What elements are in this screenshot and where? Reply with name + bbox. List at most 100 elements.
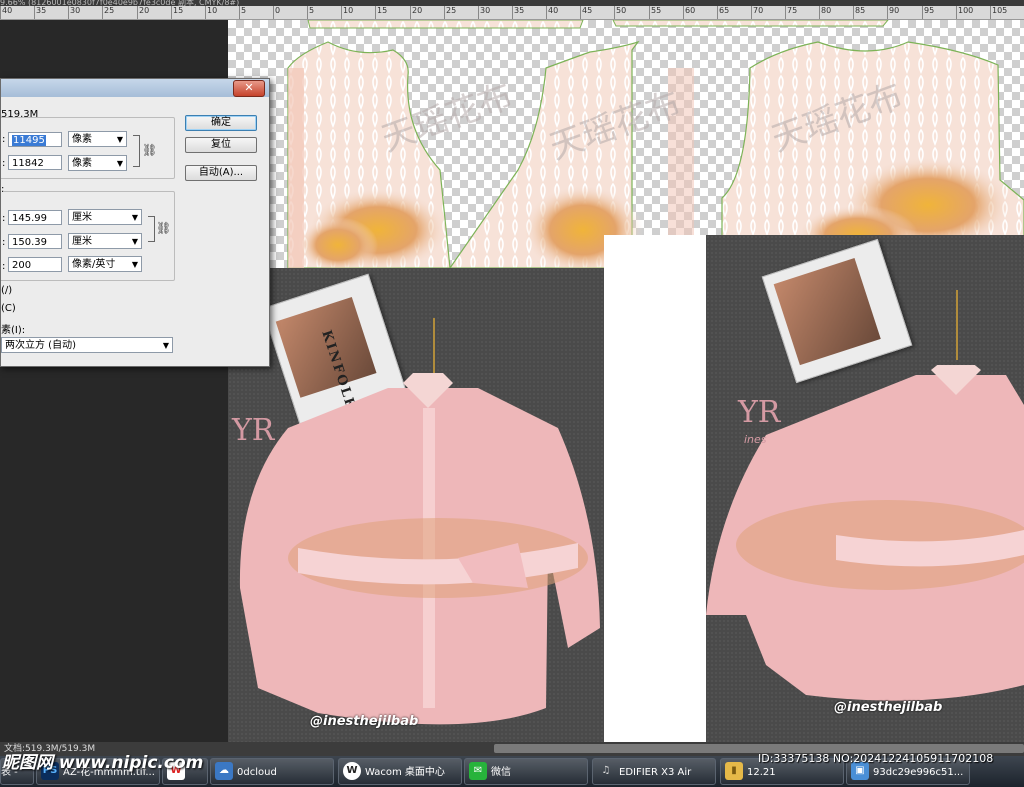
resolution-unit: 像素/英寸 xyxy=(72,259,116,270)
width-px-unit: 像素 xyxy=(72,134,92,145)
taskbar-item-label: 12.21 xyxy=(747,767,776,778)
chevron-down-icon: ▼ xyxy=(116,159,123,168)
doc-width-input[interactable]: 145.99 xyxy=(8,210,62,225)
taskbar-item-edifier[interactable]: ♫ EDIFIER X3 Air xyxy=(592,758,716,785)
doc-height-unit: 厘米 xyxy=(72,236,92,247)
auto-button[interactable]: 自动(A)... xyxy=(185,165,257,181)
brand-logo-right-sub: ines xyxy=(744,433,767,446)
ruler-tick-label: 25 xyxy=(446,6,457,15)
image-id-watermark: ID:33375138 NO:20241224105911702108 xyxy=(758,752,994,765)
horizontal-ruler[interactable]: 40 35 30 25 20 15 10 5 0 5 10 15 20 25 30 35 40 45 50 55 60 6… xyxy=(0,6,1024,20)
ruler-tick-label: 95 xyxy=(924,6,935,15)
ruler-tick-label: 15 xyxy=(377,6,388,15)
shirt-left xyxy=(239,373,600,725)
chevron-down-icon: ▼ xyxy=(116,135,123,144)
dialog-title-bar[interactable] xyxy=(1,79,269,97)
ruler-tick-label: 85 xyxy=(855,6,866,15)
ruler-tick-label: 40 xyxy=(548,6,559,15)
brand-logo-left: YR xyxy=(232,413,275,448)
taskbar-item-label: 0dcloud xyxy=(237,767,277,778)
height-px-unit-select[interactable]: 像素 ▼ xyxy=(68,155,127,171)
ruler-tick-label: 20 xyxy=(139,6,150,15)
option-constrain-proportions[interactable]: (C) xyxy=(1,303,16,314)
product-photo-right: YR ines @inesthejilbab xyxy=(706,235,1024,742)
ruler-tick-label: 35 xyxy=(36,6,47,15)
ok-button[interactable]: 确定 xyxy=(185,115,257,131)
pattern-piece-top-left xyxy=(307,20,584,29)
resolution-unit-select[interactable]: 像素/英寸 ▼ xyxy=(68,256,142,272)
ruler-tick-label: 25 xyxy=(104,6,115,15)
ruler-tick-label: 105 xyxy=(992,6,1008,15)
chevron-down-icon: ▼ xyxy=(162,341,169,350)
folder-icon: ▮ xyxy=(725,762,743,780)
taskbar-item-cloud[interactable]: ☁ 0dcloud xyxy=(210,758,334,785)
reset-button[interactable]: 复位 xyxy=(185,137,257,153)
chain-link-icon: ⛓ xyxy=(142,143,158,157)
brand-logo-right: YR xyxy=(738,395,781,430)
doc-height-unit-select[interactable]: 厘米 ▼ xyxy=(68,233,142,249)
width-px-label: : xyxy=(2,134,6,145)
taskbar-item-label: Wacom 桌面中心 xyxy=(365,767,445,778)
doc-chain-link-icon: ⛓ xyxy=(156,221,172,235)
constrain-bracket xyxy=(133,135,140,167)
wacom-icon: W xyxy=(343,762,361,780)
height-px-input[interactable]: 11842 xyxy=(8,155,62,170)
social-handle-left: @inesthejilbab xyxy=(310,714,419,729)
resample-label: 素(I): xyxy=(1,325,26,336)
headphone-icon: ♫ xyxy=(601,765,611,776)
chevron-down-icon: ▼ xyxy=(131,260,138,269)
ruler-tick-label: 20 xyxy=(412,6,423,15)
resample-method-value: 两次立方 (自动) xyxy=(5,340,76,351)
taskbar-item-label: 93dc29e996c51... xyxy=(873,767,964,778)
doc-height-label: : xyxy=(2,237,6,248)
ruler-tick-label: 45 xyxy=(582,6,593,15)
ruler-tick-label: 70 xyxy=(753,6,764,15)
width-px-input[interactable]: 11495 xyxy=(8,132,62,147)
taskbar-item-label: EDIFIER X3 Air xyxy=(619,767,692,778)
nipic-watermark: 昵图网 www.nipic.com xyxy=(2,753,204,773)
ruler-tick-label: 30 xyxy=(70,6,81,15)
doc-width-unit-select[interactable]: 厘米 ▼ xyxy=(68,209,142,225)
option-scale-styles[interactable]: (/) xyxy=(1,285,12,296)
ruler-tick-label: 80 xyxy=(821,6,832,15)
width-px-input-selected: 11495 xyxy=(12,135,46,146)
ruler-tick-label: 10 xyxy=(207,6,218,15)
ruler-tick-label: 30 xyxy=(480,6,491,15)
document-size-label: : xyxy=(1,184,5,195)
product-photo-left: KINFOLK YR @inesthejilbab xyxy=(228,268,604,742)
hanger-hook-right xyxy=(956,290,958,360)
resolution-input[interactable]: 200 xyxy=(8,257,62,272)
chevron-down-icon: ▼ xyxy=(131,237,138,246)
taskbar-item-wacom[interactable]: W Wacom 桌面中心 xyxy=(338,758,462,785)
taskbar-item-label: 微信 xyxy=(491,767,511,778)
magazine-cover-photo-right xyxy=(773,258,881,366)
social-handle-right: @inesthejilbab xyxy=(834,700,943,715)
pattern-piece-top-right xyxy=(612,20,889,27)
ruler-tick-label: 50 xyxy=(616,6,627,15)
ruler-tick-label: 15 xyxy=(173,6,184,15)
magazine-right xyxy=(761,238,913,384)
ruler-tick-label: 0 xyxy=(275,6,281,15)
dialog-close-button[interactable]: ✕ xyxy=(233,80,265,97)
ruler-tick-label: 75 xyxy=(787,6,798,15)
doc-width-label: : xyxy=(2,213,6,224)
doc-height-input[interactable]: 150.39 xyxy=(8,234,62,249)
ruler-tick-label: 60 xyxy=(685,6,696,15)
ruler-tick-label: 100 xyxy=(958,6,974,15)
doc-width-unit: 厘米 xyxy=(72,212,92,223)
height-px-label: : xyxy=(2,158,6,169)
wechat-icon: ✉ xyxy=(469,762,487,780)
image-size-dialog: ✕ 519.3M : 11495 像素 ▼ : 11842 像素 ▼ ⛓ : : 1… xyxy=(0,78,270,367)
ruler-tick-label: 90 xyxy=(889,6,900,15)
ruler-tick-label: 40 xyxy=(2,6,13,15)
chevron-down-icon: ▼ xyxy=(131,213,138,222)
width-px-unit-select[interactable]: 像素 ▼ xyxy=(68,131,127,147)
canvas-white-area xyxy=(604,235,706,742)
ruler-tick-label: 35 xyxy=(514,6,525,15)
doc-constrain-bracket xyxy=(148,216,155,242)
taskbar-item-wechat[interactable]: ✉ 微信 xyxy=(464,758,588,785)
resolution-label: : xyxy=(2,261,6,272)
height-px-unit: 像素 xyxy=(72,158,92,169)
resample-method-select[interactable]: 两次立方 (自动) ▼ xyxy=(1,337,173,353)
document-canvas[interactable]: 天瑶花布 天瑶花布 天瑶花布 KINFOLK YR @inesthejilbab xyxy=(228,20,1024,742)
